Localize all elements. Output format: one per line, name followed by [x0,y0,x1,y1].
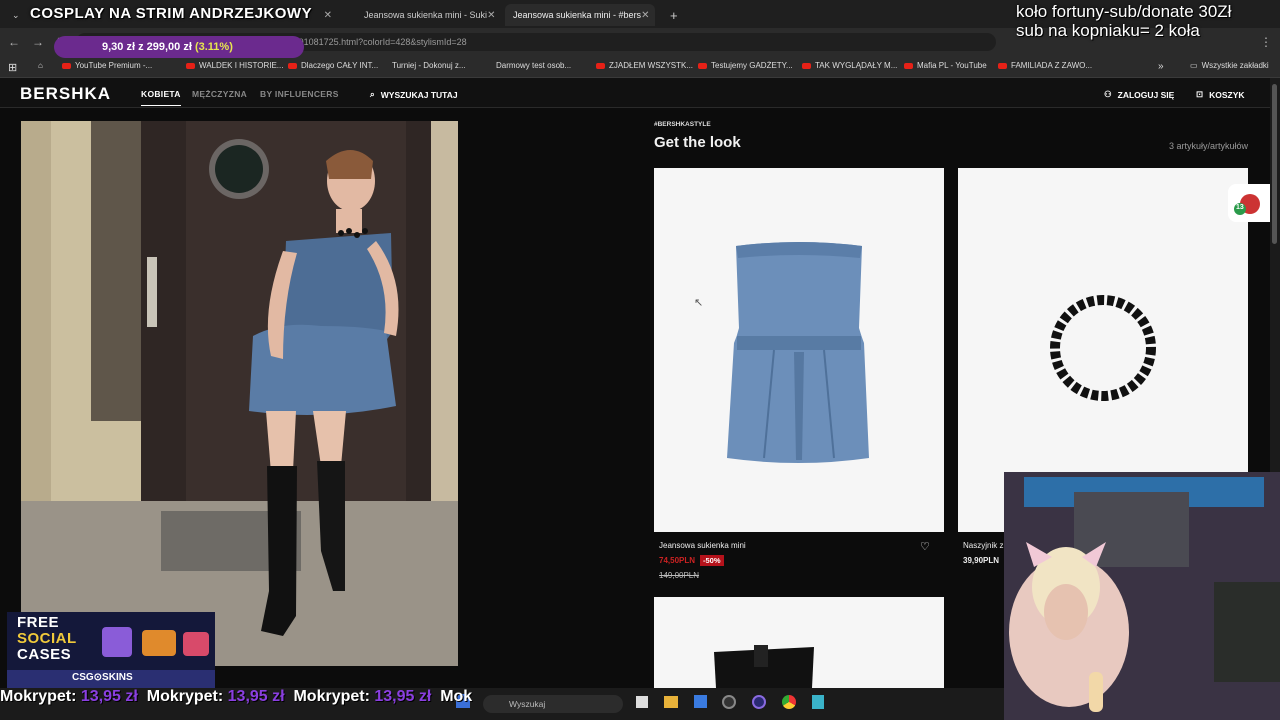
product-name[interactable]: Jeansowa sukienka mini [659,541,746,550]
close-icon[interactable]: ✕ [487,10,495,21]
product-card-dress[interactable]: ↖ [654,168,944,532]
bookmark-item[interactable]: Testujemy GADŻETY... [698,61,793,70]
bookmark-item[interactable]: YouTube Premium -... [62,61,152,70]
tab-product-1[interactable]: Jeansowa sukienka mini - Suki ✕ [356,4,498,26]
home-icon[interactable]: ⌂ [38,61,43,70]
cart-link[interactable]: ⊡ KOSZYK [1196,89,1245,100]
chat-badge: 13 [1236,204,1244,211]
nav-influencers[interactable]: BY INFLUENCERS [260,89,339,99]
bookmark-item[interactable]: Darmowy test osob... [496,61,571,70]
chat-widget[interactable]: 13 [1228,184,1270,222]
look-tag: #BERSHKASTYLE [654,121,711,128]
ticker-name: Mokrypet: [0,688,77,705]
youtube-icon [596,62,605,69]
ticker-amount: 13,95 zł [80,688,138,705]
dress-image [654,168,944,532]
cart-icon: ⊡ [1196,89,1204,99]
more-bookmarks-icon[interactable]: » [1158,61,1164,72]
youtube-icon [698,62,707,69]
product-price: 39,90PLN [963,556,1000,565]
wheel-info-line: sub na kopniaku= 2 koła [1016,21,1200,40]
product-name[interactable]: Naszyjnik z [963,541,1003,550]
close-icon[interactable]: ✕ [324,10,332,21]
bookmark-item[interactable]: FAMILIADA Z ZAWO... [998,61,1092,70]
look-photo[interactable] [21,121,458,666]
nav-mezczyzna[interactable]: MĘŻCZYZNA [192,89,247,99]
promo-text: FREE SOCIAL CASES [17,615,77,663]
bookmark-item[interactable]: ZJADŁEM WSZYSTK... [596,61,693,70]
wheel-info-overlay: koło fortuny-sub/donate 30Zł sub na kopn… [1016,2,1231,40]
nav-kobieta[interactable]: KOBIETA [141,89,181,106]
items-count: 3 artykuły/artykułów [1168,141,1248,151]
promo-line: CASES [17,646,72,663]
menu-icon[interactable]: ⋮ [1258,34,1274,50]
tab-label: Jeansowa sukienka mini - #bers [513,10,642,20]
new-tab-button[interactable]: + [662,4,680,26]
youtube-icon [62,62,71,69]
youtube-icon [802,62,811,69]
chat-avatar-icon [1234,194,1260,215]
back-icon[interactable]: ← [6,34,22,50]
model-photo-image [21,121,458,666]
bookmark-item[interactable]: Turniej - Dokonuj z... [392,61,466,70]
youtube-icon [288,62,297,69]
webcam-overlay [1004,472,1280,720]
forward-icon[interactable]: → [30,34,46,50]
bookmark-item[interactable]: TAK WYGLĄDAŁY M... [802,61,897,70]
scroll-thumb[interactable] [1272,84,1277,244]
folder-icon: ▭ [1190,61,1198,70]
login-link[interactable]: ⚇ ZALOGUJ SIĘ [1104,89,1174,100]
sale-price: 74,50PLN [659,556,696,565]
close-icon[interactable]: ✕ [641,10,649,21]
bookmark-item[interactable]: Mafia PL - YouTube [904,61,987,70]
youtube-icon [904,62,913,69]
heart-icon[interactable]: ♡ [920,540,930,553]
site-header [0,78,1270,108]
ticker-amount: 13,95 zł [227,688,285,705]
user-icon: ⚇ [1104,89,1112,99]
site-search[interactable]: ⌕ WYSZUKAJ TUTAJ [370,89,458,100]
ticker-amount: 13,95 zł [374,688,432,705]
search-icon: ⌕ [370,89,375,99]
wheel-info-line: koło fortuny-sub/donate 30Zł [1016,2,1232,21]
bookmark-item[interactable]: WALDEK I HISTORIE... [186,61,283,70]
tab-list-button[interactable]: ⌄ [4,4,22,26]
apps-icon[interactable]: ⊞ [8,61,17,74]
old-price: 149,00PLN [659,571,700,580]
page-title: Get the look [654,134,741,151]
ticker-name: Mokrypet: [293,688,370,705]
promo-line: SOCIAL [17,630,77,647]
donation-goal-bar: 9,30 zł z 299,00 zł (3.11%) [54,36,304,58]
donation-percent: (3.11%) [194,41,233,53]
boots-image [654,597,944,688]
cursor-icon: ↖ [694,297,704,309]
webcam-feed [1004,472,1280,720]
product-card-boots[interactable] [654,597,944,688]
tab-label: Jeansowa sukienka mini - Suki [364,10,488,20]
ticker-name: Mokrypet: [146,688,224,705]
donation-ticker: Mokrypet: 13,95 zł Mokrypet: 13,95 zł Mo… [0,688,1000,716]
promo-brand: CSG⊙SKINS [72,672,133,683]
tab-product-2[interactable]: Jeansowa sukienka mini - #bers ✕ [505,4,655,26]
youtube-icon [186,62,195,69]
promo-line: FREE [17,614,60,631]
bookmarks-bar: ⊞ ⌂ YouTube Premium -... WALDEK I HISTOR… [0,56,1280,78]
bookmark-item[interactable]: Dlaczego CAŁY INT... [288,61,378,70]
discount-badge: -50% [700,555,724,566]
youtube-icon [998,62,1007,69]
donation-amount: 9,30 zł z 299,00 zł [102,41,192,53]
ticker-name: Mok [440,688,473,705]
all-bookmarks[interactable]: ▭ Wszystkie zakładki [1190,61,1269,70]
stream-title-overlay: COSPLAY NA STRIM ANDRZEJKOWY [30,5,313,22]
bershka-logo[interactable]: BERSHKA [20,84,111,104]
